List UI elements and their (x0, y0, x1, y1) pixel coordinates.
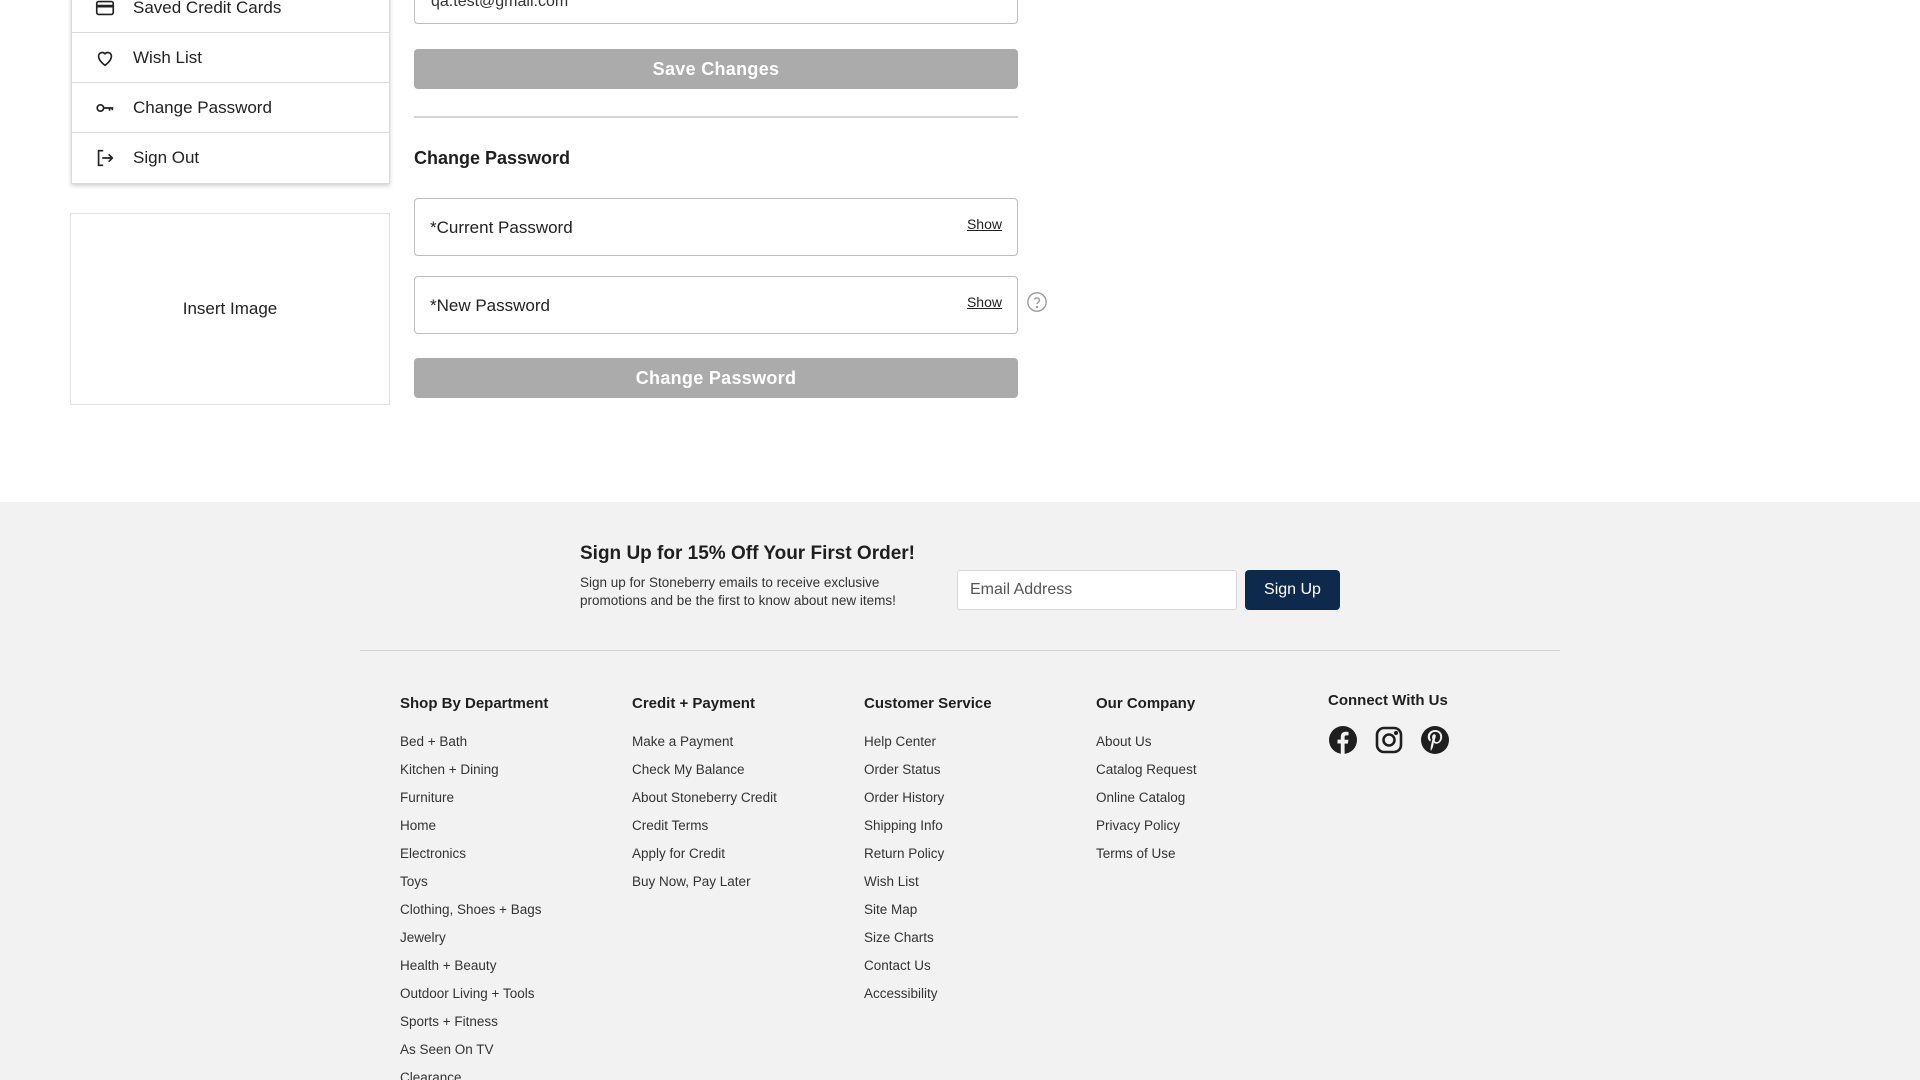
footer-link[interactable]: Make a Payment (632, 733, 777, 761)
save-changes-button[interactable]: Save Changes (414, 49, 1018, 89)
sidebar-item-wish-list[interactable]: Wish List (72, 33, 389, 83)
sidebar-item-label: Sign Out (133, 148, 200, 167)
signup-title: Sign Up for 15% Off Your First Order! (580, 543, 915, 564)
credit-card-icon (94, 0, 116, 19)
footer-link[interactable]: About Us (1096, 733, 1197, 761)
footer-link[interactable]: Privacy Policy (1096, 817, 1197, 845)
footer-link[interactable]: Check My Balance (632, 761, 777, 789)
footer-link[interactable]: Kitchen + Dining (400, 761, 548, 789)
footer-link[interactable]: Order Status (864, 761, 992, 789)
new-password-placeholder: *New Password (430, 296, 550, 315)
footer-link[interactable]: Site Map (864, 901, 992, 929)
email-field[interactable]: qa.test@gmail.com (414, 0, 1018, 24)
key-icon (94, 97, 116, 119)
sidebar-item-sign-out[interactable]: Sign Out (72, 133, 389, 183)
footer-link[interactable]: Buy Now, Pay Later (632, 873, 777, 901)
facebook-icon[interactable] (1328, 725, 1358, 755)
footer-link[interactable]: Toys (400, 873, 548, 901)
current-password-field[interactable]: *Current Password Show (414, 198, 1018, 256)
footer-link[interactable]: Order History (864, 789, 992, 817)
footer-link[interactable]: Terms of Use (1096, 845, 1197, 873)
sign-out-icon (94, 147, 116, 169)
footer-link[interactable]: Home (400, 817, 548, 845)
footer-link[interactable]: As Seen On TV (400, 1041, 548, 1069)
footer-link[interactable]: Credit Terms (632, 817, 777, 845)
footer-link[interactable]: Sports + Fitness (400, 1013, 548, 1041)
footer-link[interactable]: Bed + Bath (400, 733, 548, 761)
section-divider (414, 116, 1018, 118)
footer-column-customer-service: Customer Service Help Center Order Statu… (864, 695, 992, 1013)
footer-column-heading: Shop By Department (400, 695, 549, 712)
connect-with-us: Connect With Us (1328, 692, 1450, 755)
footer-link[interactable]: Clearance (400, 1069, 548, 1080)
sidebar-item-change-password[interactable]: Change Password (72, 83, 389, 133)
footer-column-heading: Credit + Payment (632, 695, 755, 712)
change-password-button[interactable]: Change Password (414, 358, 1018, 398)
footer-link[interactable]: Online Catalog (1096, 789, 1197, 817)
show-current-password-link[interactable]: Show (967, 216, 1002, 232)
site-footer: Sign Up for 15% Off Your First Order! Si… (0, 502, 1920, 1080)
pinterest-icon[interactable] (1420, 725, 1450, 755)
footer-link[interactable]: Contact Us (864, 957, 992, 985)
insert-image-placeholder: Insert Image (70, 213, 390, 405)
footer-column-our-company: Our Company About Us Catalog Request Onl… (1096, 695, 1197, 873)
connect-heading: Connect With Us (1328, 692, 1448, 709)
footer-link[interactable]: Shipping Info (864, 817, 992, 845)
show-new-password-link[interactable]: Show (967, 294, 1002, 310)
footer-link[interactable]: Catalog Request (1096, 761, 1197, 789)
footer-link[interactable]: Electronics (400, 845, 548, 873)
footer-link[interactable]: Furniture (400, 789, 548, 817)
signup-description: Sign up for Stoneberry emails to receive… (580, 575, 896, 608)
account-sidebar-menu: Saved Credit Cards Wish List Change Pass… (71, 0, 390, 184)
heart-icon (94, 47, 116, 69)
sidebar-item-label: Change Password (133, 97, 272, 117)
sidebar-item-label: Wish List (133, 47, 202, 67)
footer-link[interactable]: Jewelry (400, 929, 548, 957)
footer-link[interactable]: About Stoneberry Credit (632, 789, 777, 817)
footer-column-credit-payment: Credit + Payment Make a Payment Check My… (632, 695, 777, 901)
footer-link[interactable]: Help Center (864, 733, 992, 761)
signup-button[interactable]: Sign Up (1245, 570, 1340, 610)
footer-link[interactable]: Outdoor Living + Tools (400, 985, 548, 1013)
new-password-field[interactable]: *New Password Show (414, 276, 1018, 334)
footer-column-heading: Customer Service (864, 695, 992, 712)
signup-email-input[interactable]: Email Address (957, 570, 1237, 610)
social-icons (1328, 725, 1450, 755)
sidebar-item-label: Saved Credit Cards (133, 0, 282, 17)
current-password-placeholder: *Current Password (430, 218, 573, 237)
sidebar-item-saved-credit-cards[interactable]: Saved Credit Cards (72, 0, 389, 33)
footer-link[interactable]: Apply for Credit (632, 845, 777, 873)
footer-link[interactable]: Size Charts (864, 929, 992, 957)
footer-column-heading: Our Company (1096, 695, 1196, 712)
footer-link[interactable]: Wish List (864, 873, 992, 901)
footer-divider (360, 650, 1560, 651)
footer-column-shop-by-department: Shop By Department Bed + Bath Kitchen + … (400, 695, 548, 1080)
email-field-value: qa.test@gmail.com (431, 0, 569, 10)
footer-link[interactable]: Return Policy (864, 845, 992, 873)
signup-email-placeholder: Email Address (970, 581, 1073, 598)
help-icon[interactable] (1026, 291, 1048, 313)
footer-link[interactable]: Clothing, Shoes + Bags (400, 901, 548, 929)
insert-image-label: Insert Image (182, 299, 278, 318)
change-password-title: Change Password (414, 148, 571, 168)
footer-link[interactable]: Health + Beauty (400, 957, 548, 985)
instagram-icon[interactable] (1374, 725, 1404, 755)
footer-link[interactable]: Accessibility (864, 985, 992, 1013)
